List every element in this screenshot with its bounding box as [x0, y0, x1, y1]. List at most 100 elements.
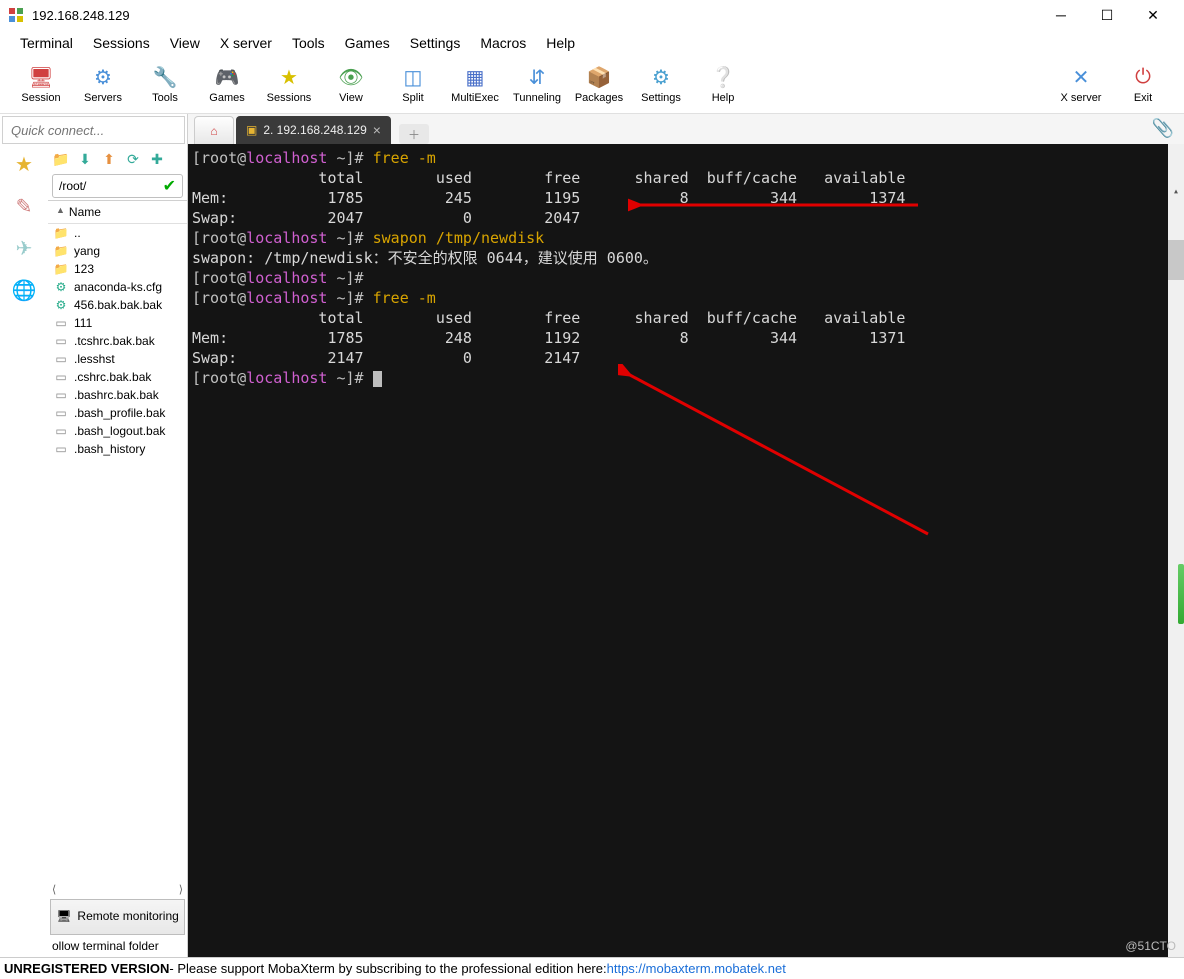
split-icon: ◫ [399, 66, 427, 90]
terminal[interactable]: [root@localhost ~]# free -m total used f… [188, 144, 1184, 957]
status-version: UNREGISTERED VERSION [4, 961, 169, 976]
tool-games[interactable]: 🎮Games [196, 57, 258, 113]
file-name: 456.bak.bak.bak [74, 298, 162, 312]
file-item[interactable]: ⚙anaconda-ks.cfg [48, 278, 187, 296]
column-name: Name [69, 205, 179, 219]
file-item[interactable]: ▭.bash_history [48, 440, 187, 458]
tool-settings[interactable]: ⚙Settings [630, 57, 692, 113]
tool-label: Games [209, 92, 244, 104]
folder-icon[interactable]: 📁 [52, 150, 70, 168]
menu-x-server[interactable]: X server [210, 31, 282, 55]
session-icon: 🖥 [27, 66, 55, 90]
window-title: 192.168.248.129 [32, 8, 1038, 23]
menu-tools[interactable]: Tools [282, 31, 335, 55]
file-item[interactable]: ⚙456.bak.bak.bak [48, 296, 187, 314]
close-button[interactable]: ✕ [1130, 0, 1176, 30]
file-item[interactable]: ▭.bashrc.bak.bak [48, 386, 187, 404]
toolbar: 🖥 Session ⚙Servers🔧Tools🎮Games★Sessions👁Vi… [0, 56, 1184, 114]
file-name: .tcshrc.bak.bak [74, 334, 155, 348]
file-item[interactable]: ▭111 [48, 314, 187, 332]
status-text: - Please support MobaXterm by subscribin… [169, 961, 606, 976]
send-icon[interactable]: ✈ [12, 236, 36, 260]
tool-session[interactable]: 🖥 Session [10, 57, 72, 113]
folder-icon: 📁 [54, 226, 68, 240]
globe-icon[interactable]: 🌐 [12, 278, 36, 302]
file-header[interactable]: ▲ Name [48, 201, 187, 224]
file-item[interactable]: ▭.lesshst [48, 350, 187, 368]
tool-multiexec[interactable]: ▦MultiExec [444, 57, 506, 113]
horizontal-scrollbar[interactable]: ⟨⟩ [48, 881, 187, 897]
tab-home[interactable]: ⌂ [194, 116, 234, 144]
terminal-output: [root@localhost ~]# free -m total used f… [192, 148, 1180, 388]
file-icon: ▭ [54, 424, 68, 438]
tool-tools[interactable]: 🔧Tools [134, 57, 196, 113]
file-name: 123 [74, 262, 94, 276]
terminal-scrollbar[interactable]: ▴ [1168, 144, 1184, 957]
tool-packages[interactable]: 📦Packages [568, 57, 630, 113]
tool-label: Tunneling [513, 92, 561, 104]
refresh-icon[interactable]: ⟳ [124, 150, 142, 168]
tool-split[interactable]: ◫Split [382, 57, 444, 113]
scrollbar-thumb[interactable] [1168, 240, 1184, 280]
tool-x-server[interactable]: ✕X server [1050, 57, 1112, 113]
tool-tunneling[interactable]: ⇵ Tunneling [506, 57, 568, 113]
tool-label: Session [21, 92, 60, 104]
file-panel: 📁 ⬇ ⬆ ⟳ ✚ /root/ ✔ ▲ Name 📁..📁yang📁123⚙a… [48, 146, 187, 957]
config-icon: ⚙ [54, 280, 68, 294]
maximize-button[interactable]: ☐ [1084, 0, 1130, 30]
paperclip-icon[interactable]: 📎 [1152, 118, 1174, 139]
minimize-button[interactable]: ─ [1038, 0, 1084, 30]
follow-terminal-option[interactable]: ollow terminal folder [48, 937, 187, 957]
menu-sessions[interactable]: Sessions [83, 31, 160, 55]
tab-active[interactable]: ▣ 2. 192.168.248.129 × [236, 116, 391, 144]
file-item[interactable]: 📁123 [48, 260, 187, 278]
sessions-icon[interactable]: ✎ [12, 194, 36, 218]
tab-new[interactable]: ＋ [399, 124, 429, 144]
menu-settings[interactable]: Settings [400, 31, 471, 55]
download-icon[interactable]: ⬇ [76, 150, 94, 168]
file-icon: ▭ [54, 388, 68, 402]
file-icon: ▭ [54, 334, 68, 348]
file-list[interactable]: ▲ Name 📁..📁yang📁123⚙anaconda-ks.cfg⚙456.… [48, 200, 187, 881]
file-item[interactable]: 📁.. [48, 224, 187, 242]
tab-label: 2. 192.168.248.129 [263, 123, 366, 137]
file-name: .. [74, 226, 81, 240]
upload-icon[interactable]: ⬆ [100, 150, 118, 168]
file-icon: ▭ [54, 316, 68, 330]
tool-sessions[interactable]: ★Sessions [258, 57, 320, 113]
tab-close-icon[interactable]: × [373, 122, 381, 138]
file-item[interactable]: 📁yang [48, 242, 187, 260]
multiexec-icon: ▦ [461, 66, 489, 90]
menu-help[interactable]: Help [536, 31, 585, 55]
menu-macros[interactable]: Macros [470, 31, 536, 55]
tunneling-icon: ⇵ [523, 66, 551, 90]
tool-exit[interactable]: ⏻Exit [1112, 57, 1174, 113]
tool-help[interactable]: ❔Help [692, 57, 754, 113]
file-toolbar: 📁 ⬇ ⬆ ⟳ ✚ [48, 146, 187, 172]
tool-view[interactable]: 👁View [320, 57, 382, 113]
path-bar[interactable]: /root/ ✔ [52, 174, 183, 198]
remote-monitoring-button[interactable]: 🖥 Remote monitoring [50, 899, 185, 935]
file-item[interactable]: ▭.bash_logout.bak [48, 422, 187, 440]
menu-games[interactable]: Games [335, 31, 400, 55]
menu-view[interactable]: View [160, 31, 210, 55]
view-icon: 👁 [337, 66, 365, 90]
file-name: .bash_profile.bak [74, 406, 165, 420]
tool-servers[interactable]: ⚙Servers [72, 57, 134, 113]
favorite-icon[interactable]: ★ [12, 152, 36, 176]
watermark: @51CTO [1125, 939, 1176, 953]
file-item[interactable]: ▭.bash_profile.bak [48, 404, 187, 422]
side-strip: ★ ✎ ✈ 🌐 [0, 146, 48, 957]
menu-terminal[interactable]: Terminal [10, 31, 83, 55]
x-server-icon: ✕ [1067, 66, 1095, 90]
scroll-up-icon[interactable]: ▴ [1168, 184, 1184, 200]
quick-connect-input[interactable] [2, 116, 185, 144]
status-link[interactable]: https://mobaxterm.mobatek.net [607, 961, 786, 976]
file-item[interactable]: ▭.cshrc.bak.bak [48, 368, 187, 386]
new-folder-icon[interactable]: ✚ [148, 150, 166, 168]
file-icon: ▭ [54, 442, 68, 456]
file-item[interactable]: ▭ .tcshrc.bak.bak [48, 332, 187, 350]
tool-label: Tools [152, 92, 178, 104]
help-icon: ❔ [709, 66, 737, 90]
folder-icon: 📁 [54, 244, 68, 258]
